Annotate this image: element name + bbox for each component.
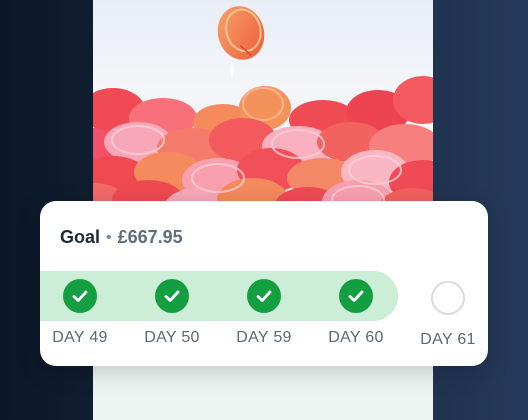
goal-amount: £667.95 — [117, 227, 183, 247]
day-label: DAY 59 — [236, 329, 292, 346]
check-circle-icon — [63, 279, 97, 313]
streak-day-50: DAY 50 — [132, 279, 212, 347]
day-label: DAY 61 — [420, 331, 476, 348]
day-label: DAY 60 — [328, 329, 384, 346]
streak-day-59: DAY 59 — [224, 279, 304, 347]
goal-label: Goal — [60, 227, 101, 247]
goal-streak-card: Goal • £667.95 DAY 49 DAY 50 DAY 59 DAY … — [40, 201, 488, 366]
streak-day-60: DAY 60 — [316, 279, 396, 347]
check-circle-icon — [155, 279, 189, 313]
goal-summary: Goal • £667.95 — [60, 227, 183, 248]
empty-circle-icon — [431, 281, 465, 315]
goal-separator: • — [106, 228, 112, 246]
day-label: DAY 49 — [52, 329, 108, 346]
streak-day-49: DAY 49 — [40, 279, 120, 347]
check-circle-icon — [247, 279, 281, 313]
day-label: DAY 50 — [144, 329, 200, 346]
check-circle-icon — [339, 279, 373, 313]
streak-day-61: DAY 61 — [408, 279, 488, 349]
